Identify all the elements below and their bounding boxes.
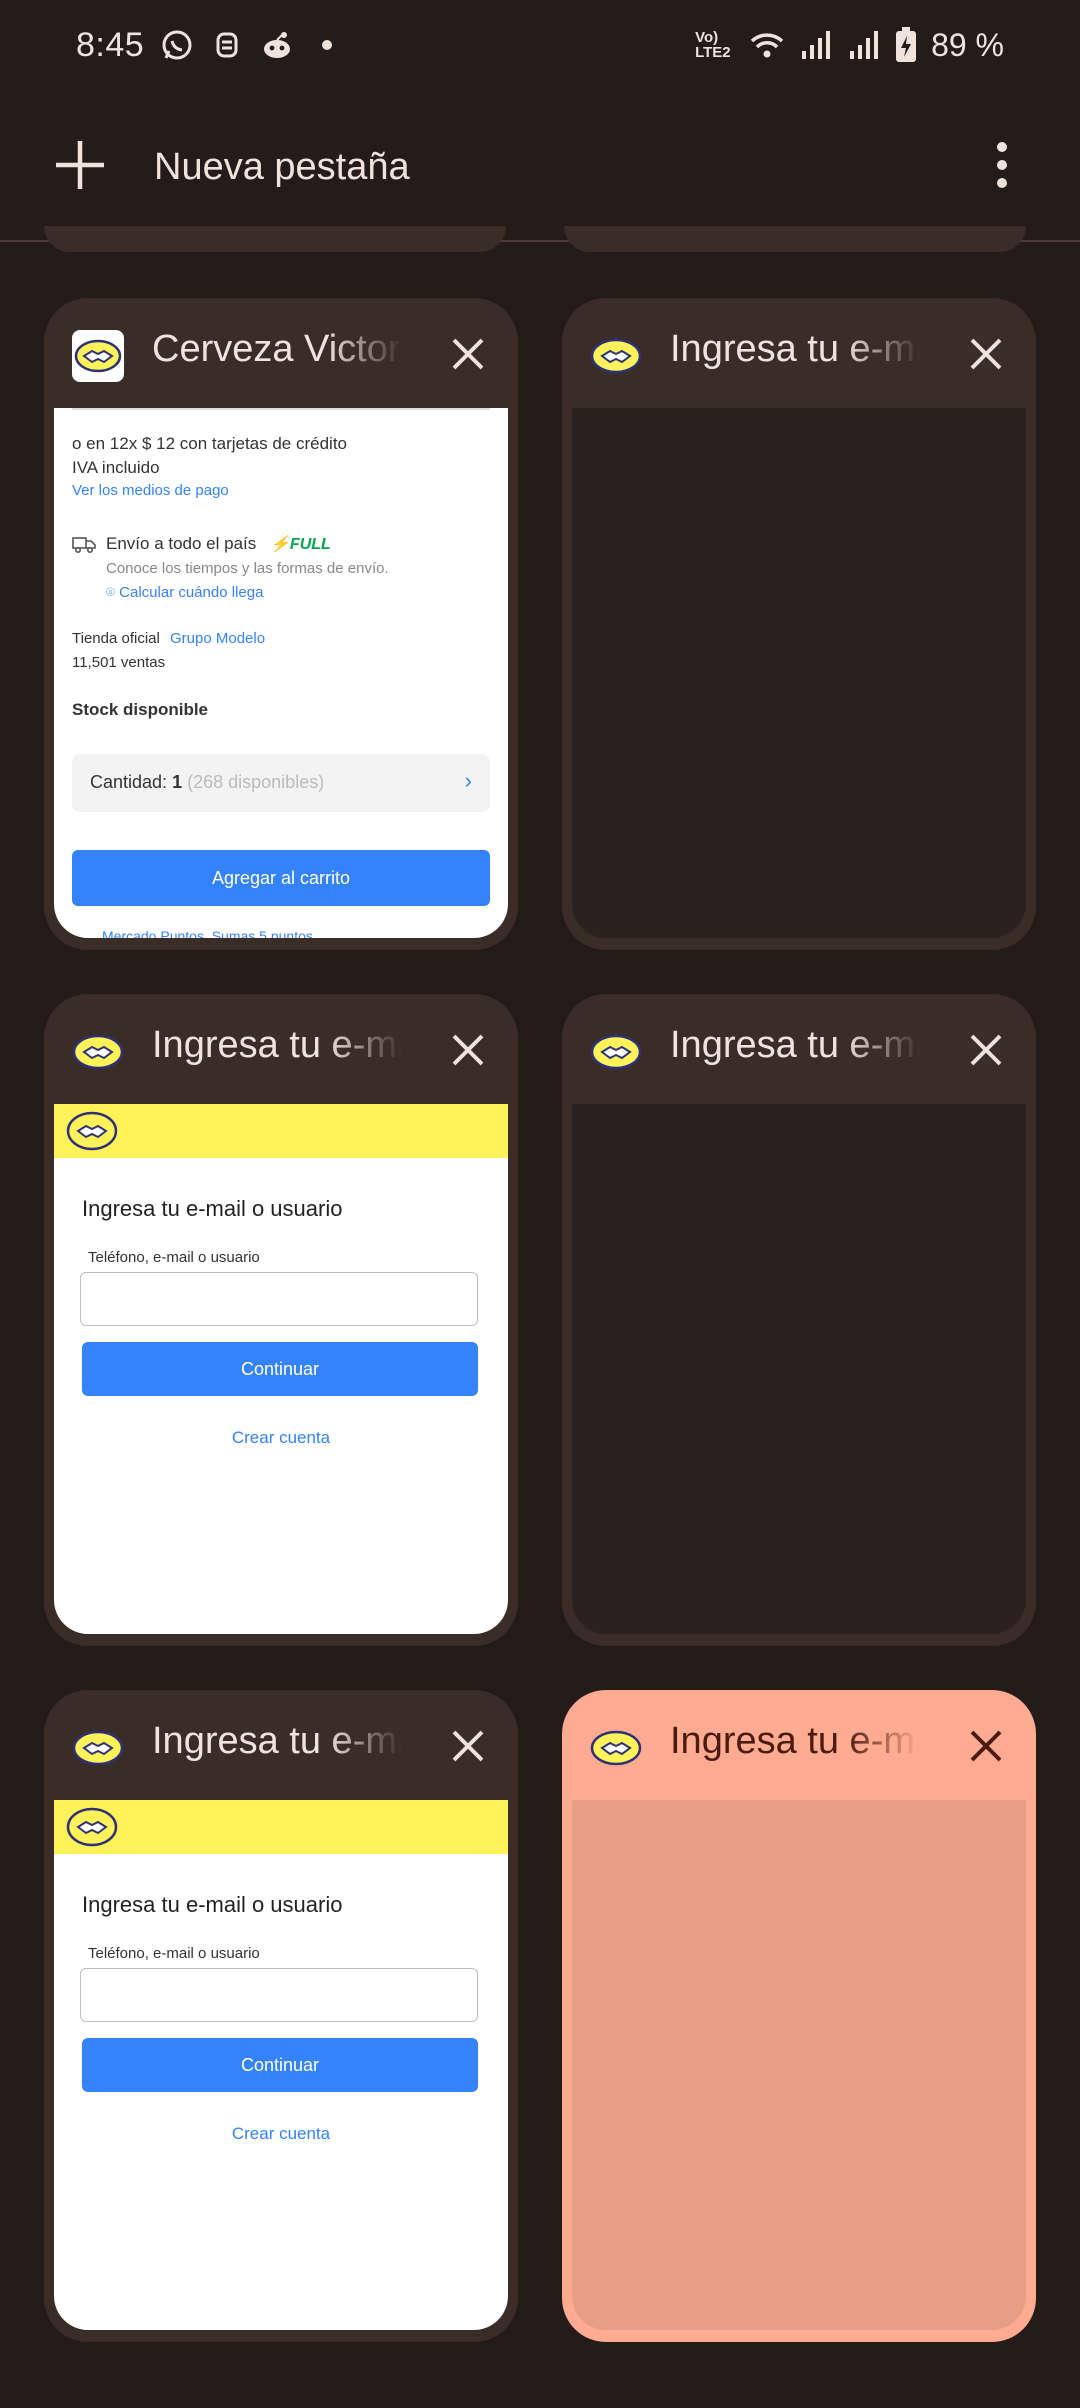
shipping-subtext: Conoce los tiempos y las formas de envío… bbox=[106, 560, 389, 577]
sales-count: 11,501 ventas bbox=[72, 654, 166, 671]
mercadolibre-header bbox=[54, 1104, 508, 1158]
tab-card-header: Ingresa tu e-mail o usuario bbox=[562, 298, 1036, 408]
tab-switcher-toolbar: Nueva pestaña bbox=[0, 110, 1080, 220]
previous-tab-peek[interactable] bbox=[44, 226, 506, 252]
tab-card[interactable]: Ingresa tu e-mail o usuario Ingresa tu e… bbox=[44, 994, 518, 1646]
quantity-selector: Cantidad: 1 (268 disponibles) › bbox=[72, 754, 490, 812]
tab-card-header: Ingresa tu e-mail o usuario bbox=[562, 1690, 1036, 1800]
payment-methods-link: Ver los medios de pago bbox=[72, 482, 229, 499]
mercadolibre-favicon bbox=[590, 1034, 642, 1070]
whatsapp-icon bbox=[162, 30, 192, 60]
mercadolibre-logo bbox=[66, 1807, 118, 1847]
tab-title: Cerveza Victoria bbox=[152, 328, 402, 370]
tab-card[interactable]: Ingresa tu e-mail o usuario bbox=[562, 298, 1036, 950]
login-input bbox=[80, 1968, 478, 2022]
mercadolibre-favicon bbox=[590, 1730, 642, 1766]
close-tab-icon[interactable] bbox=[448, 334, 488, 374]
mercadolibre-header bbox=[54, 1800, 508, 1854]
login-heading: Ingresa tu e-mail o usuario bbox=[82, 1196, 343, 1221]
tab-card[interactable]: Ingresa tu e-mail o usuario bbox=[562, 994, 1036, 1646]
tab-card-header: Cerveza Victoria bbox=[44, 298, 518, 408]
tab-card-header: Ingresa tu e-mail o usuario bbox=[44, 1690, 518, 1800]
installments-text: o en 12x $ 12 con tarjetas de crédito bbox=[72, 434, 348, 453]
mercadolibre-favicon bbox=[72, 1034, 124, 1070]
calculate-delivery-label: Calcular cuándo llega bbox=[119, 584, 264, 601]
close-tab-icon[interactable] bbox=[448, 1030, 488, 1070]
tab-title: Ingresa tu e-mail o usuario bbox=[152, 1024, 402, 1066]
signal-icon bbox=[802, 31, 831, 59]
close-tab-icon[interactable] bbox=[966, 1030, 1006, 1070]
more-options-icon[interactable] bbox=[982, 140, 1022, 190]
new-tab-button[interactable]: Nueva pestaña bbox=[154, 146, 410, 189]
mercadolibre-favicon bbox=[72, 1730, 124, 1766]
store-label: Tienda oficial bbox=[72, 630, 160, 647]
new-tab-plus-icon[interactable] bbox=[52, 137, 108, 193]
truck-icon bbox=[72, 537, 96, 554]
create-account-link: Crear cuenta bbox=[231, 2124, 331, 2143]
tab-thumbnail: o en 12x $ 12 con tarjetas de crédito IV… bbox=[54, 408, 508, 938]
mercadolibre-favicon bbox=[72, 330, 124, 382]
tab-card-active[interactable]: Ingresa tu e-mail o usuario bbox=[562, 1690, 1036, 2342]
battery-level: 89 % bbox=[931, 26, 1004, 63]
full-badge-label: FULL bbox=[289, 536, 331, 553]
quantity-available: (268 disponibles) bbox=[187, 772, 325, 792]
tab-thumbnail: Ingresa tu e-mail o usuario Teléfono, e-… bbox=[54, 1104, 508, 1634]
iva-text: IVA incluido bbox=[72, 458, 160, 477]
full-badge: ⚡FULL bbox=[270, 536, 331, 553]
store-name-link: Grupo Modelo bbox=[170, 630, 266, 647]
close-tab-icon[interactable] bbox=[966, 334, 1006, 374]
shipping-text: Envío a todo el país bbox=[106, 534, 257, 553]
mercadolibre-logo bbox=[66, 1111, 118, 1151]
tab-card[interactable]: Ingresa tu e-mail o usuario Ingresa tu e… bbox=[44, 1690, 518, 2342]
reddit-icon bbox=[264, 32, 291, 58]
continue-button: Continuar bbox=[82, 2038, 478, 2092]
login-heading: Ingresa tu e-mail o usuario bbox=[82, 1892, 343, 1917]
quantity-value: 1 bbox=[172, 772, 183, 792]
add-to-cart-button: Agregar al carrito bbox=[72, 850, 490, 906]
quantity-label: Cantidad: 1 (268 disponibles) bbox=[90, 772, 324, 793]
quantity-label-text: Cantidad: bbox=[90, 772, 168, 792]
tab-title: Ingresa tu e-mail o usuario bbox=[670, 328, 920, 370]
calculate-delivery-link: ⌾ Calcular cuándo llega bbox=[106, 584, 264, 601]
status-time: 8:45 bbox=[76, 25, 145, 64]
tab-card[interactable]: Cerveza Victoria o en 12x $ 12 con tarje… bbox=[44, 298, 518, 950]
notification-icon bbox=[216, 32, 238, 58]
continue-button: Continuar bbox=[82, 1342, 478, 1396]
create-account-link: Crear cuenta bbox=[231, 1428, 331, 1447]
tab-title: Ingresa tu e-mail o usuario bbox=[670, 1720, 920, 1762]
tab-title: Ingresa tu e-mail o usuario bbox=[670, 1024, 920, 1066]
tab-title: Ingresa tu e-mail o usuario bbox=[152, 1720, 402, 1762]
chevron-right-icon: › bbox=[464, 768, 472, 793]
tab-thumbnail bbox=[572, 1104, 1026, 1634]
tab-thumbnail: Ingresa tu e-mail o usuario Teléfono, e-… bbox=[54, 1800, 508, 2330]
previous-tab-peek[interactable] bbox=[564, 226, 1026, 252]
close-tab-icon[interactable] bbox=[448, 1726, 488, 1766]
dot-icon bbox=[322, 40, 333, 50]
battery-charging-icon bbox=[896, 27, 917, 62]
tab-thumbnail bbox=[572, 408, 1026, 938]
network-label: Vo) LTE2 bbox=[695, 29, 731, 61]
tab-card-header: Ingresa tu e-mail o usuario bbox=[44, 994, 518, 1104]
mercadolibre-favicon bbox=[590, 338, 642, 374]
stock-text: Stock disponible bbox=[72, 700, 209, 719]
tab-card-header: Ingresa tu e-mail o usuario bbox=[562, 994, 1036, 1104]
mercado-points-text: Mercado Puntos. Sumas 5 puntos. bbox=[102, 928, 317, 938]
wifi-icon bbox=[750, 33, 784, 58]
tab-thumbnail bbox=[572, 1800, 1026, 2330]
status-bar: 8:45 Vo) LTE2 89 % bbox=[0, 0, 1080, 90]
login-field-label: Teléfono, e-mail o usuario bbox=[88, 1249, 260, 1266]
signal-icon-2 bbox=[850, 31, 879, 59]
login-input bbox=[80, 1272, 478, 1326]
login-field-label: Teléfono, e-mail o usuario bbox=[88, 1945, 260, 1962]
close-tab-icon[interactable] bbox=[966, 1726, 1006, 1766]
